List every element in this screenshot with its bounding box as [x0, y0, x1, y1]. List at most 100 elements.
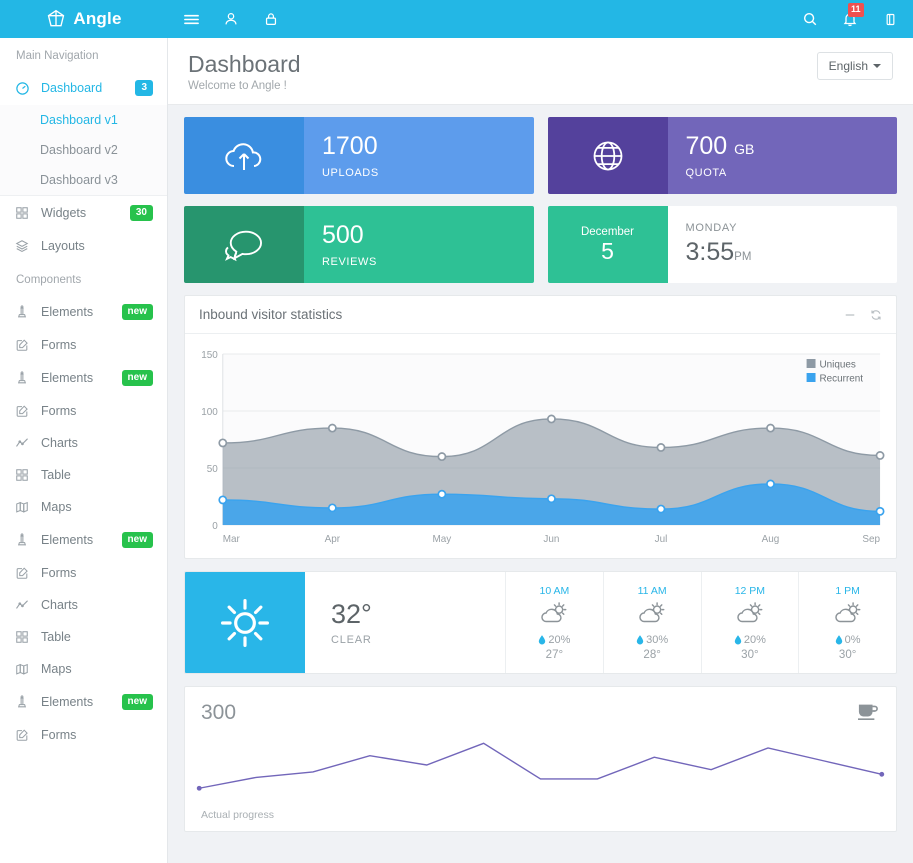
quota-number: 700	[686, 132, 728, 160]
quota-card-col: 700 GB QUOTA	[548, 117, 898, 194]
user-icon[interactable]	[222, 10, 240, 28]
weather-forecast-item-0[interactable]: 10 AM20%27°	[505, 572, 603, 673]
sidebar-item-label: Maps	[41, 500, 153, 514]
sidebar-subitem-dashboard-v1[interactable]: Dashboard v1	[0, 105, 167, 135]
sidebar-item-label: Dashboard	[41, 81, 124, 95]
page-header: Dashboard Welcome to Angle ! English	[168, 38, 913, 105]
sidebar-item-label: Elements	[41, 305, 111, 319]
sidebar-item-maps-13[interactable]: Maps	[0, 653, 167, 685]
sidebar-item-elements-9[interactable]: Elementsnew	[0, 523, 167, 557]
sidebar-item-table-7[interactable]: Table	[0, 459, 167, 491]
svg-text:Jul: Jul	[655, 534, 668, 545]
minimize-icon[interactable]	[844, 309, 856, 321]
sidebar: Main Navigation Dashboard 3 Dashboard v1…	[0, 38, 168, 863]
svg-text:Aug: Aug	[762, 534, 780, 545]
sidebar-badge: new	[122, 532, 153, 548]
grid-icon	[14, 468, 30, 482]
lock-icon[interactable]	[262, 10, 280, 28]
sidebar-item-charts-11[interactable]: Charts	[0, 589, 167, 621]
page-subtitle: Welcome to Angle !	[188, 80, 301, 92]
datetime-card[interactable]: December 5 MONDAY 3:55PM	[548, 206, 898, 283]
refresh-icon[interactable]	[870, 309, 882, 321]
sidebar-heading-components: Components	[0, 262, 167, 295]
progress-panel: 300 Actual progress	[184, 686, 897, 832]
uploads-card-col: 1700 UPLOADS	[184, 117, 534, 194]
sidebar-subitem-dashboard-v3[interactable]: Dashboard v3	[0, 165, 167, 195]
weather-forecast-time: 10 AM	[539, 585, 569, 597]
weather-forecast-item-1[interactable]: 11 AM30%28°	[603, 572, 701, 673]
sidebar-subitem-dashboard-v2[interactable]: Dashboard v2	[0, 135, 167, 165]
offsidebar-toggle-icon[interactable]	[881, 10, 899, 28]
stats-row-1: 1700 UPLOADS	[184, 117, 897, 194]
quota-label: QUOTA	[686, 167, 880, 179]
progress-panel-header: 300	[185, 687, 896, 726]
datetime-clock: 3:55	[686, 238, 735, 266]
sidebar-item-label: Widgets	[41, 206, 119, 220]
weather-forecast-item-3[interactable]: 1 PM0%30°	[798, 572, 896, 673]
droplet-icon	[636, 635, 644, 645]
progress-caption: Actual progress	[185, 809, 896, 831]
sidebar-heading-main: Main Navigation	[0, 38, 167, 71]
quota-card[interactable]: 700 GB QUOTA	[548, 117, 898, 194]
uploads-value: 1700	[322, 133, 516, 159]
datetime-ampm: PM	[734, 251, 751, 263]
notifications-icon[interactable]: 11	[841, 10, 859, 28]
sidebar-item-forms-10[interactable]: Forms	[0, 557, 167, 589]
progress-line-chart[interactable]	[185, 726, 896, 804]
reviews-card[interactable]: 500 REVIEWS	[184, 206, 534, 283]
uploads-card-body: 1700 UPLOADS	[304, 117, 534, 194]
progress-value: 300	[201, 701, 236, 725]
svg-text:Uniques: Uniques	[819, 360, 855, 371]
weather-forecast-item-2[interactable]: 12 PM20%30°	[701, 572, 799, 673]
sidebar-item-layouts-1[interactable]: Layouts	[0, 230, 167, 262]
page-header-text: Dashboard Welcome to Angle !	[188, 52, 301, 92]
stats-row-2: 500 REVIEWS December 5 MONDAY	[184, 206, 897, 283]
sidebar-item-elements-14[interactable]: Elementsnew	[0, 685, 167, 719]
sidebar-item-charts-6[interactable]: Charts	[0, 427, 167, 459]
globe-icon	[548, 117, 668, 194]
svg-text:Jun: Jun	[543, 534, 559, 545]
sidebar-item-label: Elements	[41, 371, 111, 385]
app-shell: Main Navigation Dashboard 3 Dashboard v1…	[0, 38, 913, 863]
sun-icon	[185, 572, 305, 673]
sidebar-item-forms-3[interactable]: Forms	[0, 329, 167, 361]
svg-text:50: 50	[207, 464, 218, 475]
datetime-time: 3:55PM	[686, 238, 880, 267]
sun-cloud-icon	[831, 600, 865, 631]
notification-badge: 11	[848, 3, 864, 17]
weather-current[interactable]: 32° CLEAR	[185, 572, 505, 673]
brand[interactable]: Angle	[0, 9, 168, 29]
sidebar-item-label: Forms	[41, 338, 153, 352]
quota-unit: GB	[734, 141, 754, 157]
visitor-panel-header: Inbound visitor statistics	[185, 296, 896, 334]
pillar-icon	[14, 533, 30, 547]
sidebar-badge: new	[122, 694, 153, 710]
weather-forecast-time: 1 PM	[835, 585, 860, 597]
datetime-month: December	[581, 226, 634, 238]
visitor-area-chart[interactable]: 050100150MarAprMayJunJulAugSepUniquesRec…	[193, 344, 888, 549]
brand-text: Angle	[73, 9, 121, 29]
sidebar-item-label: Forms	[41, 728, 153, 742]
sidebar-badge: new	[122, 370, 153, 386]
sidebar-item-label: Forms	[41, 404, 153, 418]
svg-text:Recurrent: Recurrent	[819, 374, 863, 385]
sidebar-item-widgets-0[interactable]: Widgets30	[0, 196, 167, 230]
language-dropdown[interactable]: English	[817, 52, 893, 80]
sidebar-item-forms-5[interactable]: Forms	[0, 395, 167, 427]
sidebar-item-table-12[interactable]: Table	[0, 621, 167, 653]
quota-value: 700 GB	[686, 133, 880, 159]
sidebar-item-forms-15[interactable]: Forms	[0, 719, 167, 751]
uploads-card[interactable]: 1700 UPLOADS	[184, 117, 534, 194]
search-icon[interactable]	[801, 10, 819, 28]
chevron-down-icon	[873, 64, 881, 68]
sidebar-item-maps-8[interactable]: Maps	[0, 491, 167, 523]
weather-forecast-time: 11 AM	[638, 585, 667, 597]
sidebar-item-label: Table	[41, 630, 153, 644]
layers-icon	[14, 239, 30, 253]
sidebar-item-elements-2[interactable]: Elementsnew	[0, 295, 167, 329]
menu-toggle-icon[interactable]	[182, 10, 200, 28]
sidebar-item-label: Table	[41, 468, 153, 482]
sidebar-item-elements-4[interactable]: Elements new	[0, 361, 167, 395]
weather-forecast-precipitation: 0%	[835, 634, 861, 646]
sidebar-item-dashboard[interactable]: Dashboard 3	[0, 71, 167, 105]
